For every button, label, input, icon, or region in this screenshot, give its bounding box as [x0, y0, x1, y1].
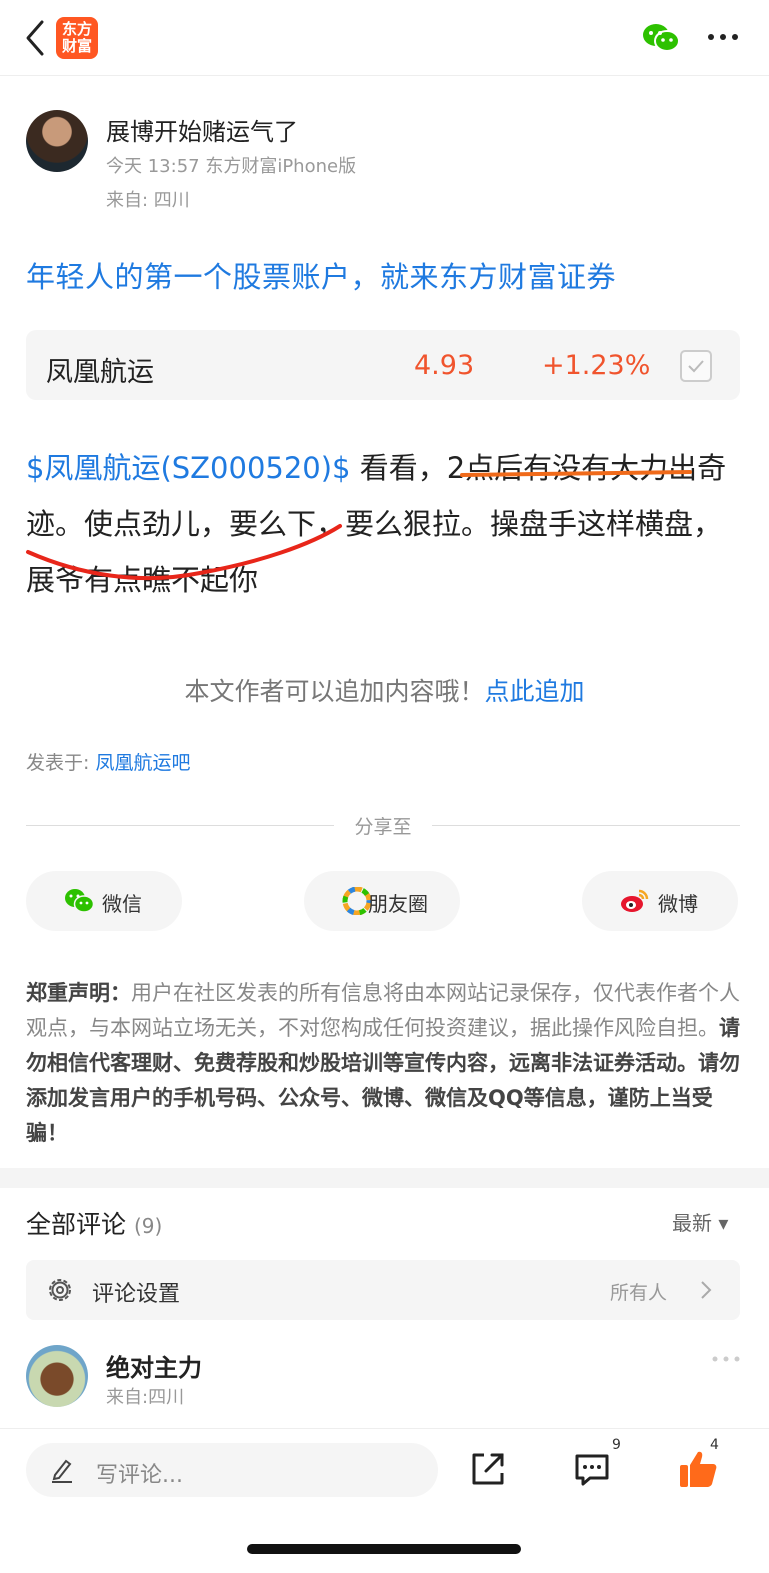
divider [432, 825, 740, 826]
disclaimer-body: 用户在社区发表的所有信息将由本网站记录保存，仅代表作者个人观点，与本网站立场无关… [26, 981, 740, 1040]
comment-input[interactable]: 写评论... [26, 1443, 438, 1497]
wechat-icon [65, 889, 94, 913]
author-avatar[interactable] [26, 110, 88, 172]
share-icon[interactable] [470, 1451, 506, 1487]
comment-item: 绝对主力 来自:四川 [26, 1345, 740, 1429]
share-weibo-button[interactable]: 微博 [582, 871, 738, 931]
comments-count: (9) [133, 1214, 163, 1238]
author-block: 展博开始赌运气了 今天 13:57 东方财富iPhone版 来自: 四川 [26, 110, 726, 220]
stock-card[interactable]: 凤凰航运 4.93 +1.23% [26, 330, 740, 400]
weibo-icon [621, 889, 649, 912]
gear-icon [49, 1279, 71, 1301]
share-weibo-label: 微博 [658, 892, 698, 916]
append-link[interactable]: 点此追加 [485, 677, 585, 706]
comment-settings-row[interactable]: 评论设置 所有人 [26, 1260, 740, 1320]
posted-in-label: 发表于: [26, 752, 96, 774]
promo-link[interactable]: 年轻人的第一个股票账户，就来东方财富证券 [26, 254, 616, 296]
disclaimer: 郑重声明：用户在社区发表的所有信息将由本网站记录保存，仅代表作者个人观点，与本网… [26, 976, 742, 1151]
wechat-icon[interactable] [642, 22, 680, 54]
stock-change: +1.23% [542, 350, 651, 381]
disclaimer-title: 郑重声明： [26, 981, 131, 1005]
divider [26, 825, 334, 826]
comments-header: 全部评论 (9) [26, 1205, 162, 1241]
author-name[interactable]: 展博开始赌运气了 [106, 112, 298, 147]
comment-count-badge: 9 [612, 1437, 621, 1453]
share-moments-label: 朋友圈 [368, 892, 428, 916]
stock-name: 凤凰航运 [46, 357, 154, 388]
comment-settings-label: 评论设置 [92, 1282, 181, 1307]
more-dots-icon[interactable] [712, 1355, 740, 1363]
commenter-avatar[interactable] [26, 1345, 88, 1407]
comment-settings-value: 所有人 [610, 1282, 668, 1304]
like-count-badge: 4 [710, 1437, 719, 1453]
comment-icon[interactable] [574, 1453, 610, 1487]
posted-in: 发表于: 凤凰航运吧 [26, 748, 190, 775]
home-indicator [247, 1544, 521, 1554]
append-text: 本文作者可以追加内容哦！ [184, 677, 485, 706]
share-wechat-label: 微信 [102, 892, 142, 916]
post-meta: 今天 13:57 东方财富iPhone版 [106, 156, 357, 177]
comments-title: 全部评论 [26, 1210, 127, 1239]
stock-price: 4.93 [414, 350, 475, 381]
app-logo: 东方 财富 [56, 17, 98, 59]
more-dots-icon[interactable] [706, 30, 740, 44]
commenter-location: 来自:四川 [106, 1387, 185, 1408]
forum-link[interactable]: 凤凰航运吧 [95, 752, 190, 774]
author-location: 来自: 四川 [106, 190, 190, 211]
share-label: 分享至 [354, 816, 412, 838]
comment-input-placeholder: 写评论... [96, 1463, 183, 1488]
sort-dropdown[interactable]: 最新 ▾ [672, 1207, 728, 1236]
post-body: $凤凰航运(SZ000520)$ 看看，2点后有没有大力出奇迹。使点劲儿，要么下… [26, 440, 740, 608]
check-icon [688, 360, 704, 373]
commenter-name[interactable]: 绝对主力 [106, 1348, 202, 1383]
share-moments-button[interactable]: 朋友圈 [304, 871, 460, 931]
chevron-right-icon [701, 1281, 712, 1299]
bottom-bar: 写评论... 9 4 [0, 1428, 769, 1573]
chevron-left-icon[interactable] [20, 18, 50, 58]
pencil-icon [52, 1459, 72, 1483]
append-prompt: 本文作者可以追加内容哦！点此追加 [0, 672, 769, 708]
section-separator [0, 1168, 769, 1188]
top-bar: 东方 财富 [0, 0, 769, 76]
thumbs-up-icon[interactable] [678, 1449, 718, 1489]
share-wechat-button[interactable]: 微信 [26, 871, 182, 931]
stock-tag-link[interactable]: $凤凰航运(SZ000520)$ [26, 451, 351, 485]
watchlist-checkbox[interactable] [680, 350, 712, 382]
